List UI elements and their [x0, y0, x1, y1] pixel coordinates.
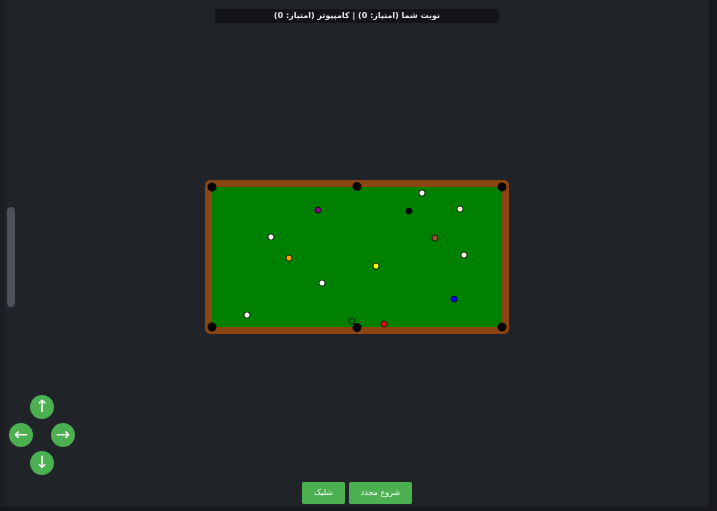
aim-down-button[interactable]: ↓ [30, 451, 54, 475]
aim-up-button[interactable]: ↑ [30, 395, 54, 419]
restart-button[interactable]: شروع مجدد [349, 482, 412, 504]
pocket-bottom-right [497, 322, 507, 332]
aim-left-button[interactable]: ← [9, 423, 33, 447]
ball-orange[interactable] [285, 254, 293, 262]
shoot-button[interactable]: شلیک [302, 482, 345, 504]
ball-cream[interactable] [456, 205, 464, 213]
ball-purple[interactable] [314, 206, 322, 214]
pocket-top-left [207, 182, 217, 192]
ball-white[interactable] [243, 311, 251, 319]
aim-right-button[interactable]: → [51, 423, 75, 447]
ball-cream[interactable] [460, 251, 468, 259]
pocket-top-right [497, 182, 507, 192]
pool-table-canvas[interactable] [205, 180, 509, 334]
ball-brown[interactable] [431, 234, 439, 242]
scrollbar-thumb[interactable] [7, 207, 15, 307]
ball-green[interactable] [348, 317, 356, 325]
ball-red[interactable] [380, 320, 388, 328]
ball-white[interactable] [318, 279, 326, 287]
pocket-bottom-middle [352, 323, 362, 332]
pocket-top-middle [352, 182, 362, 191]
ball-blue[interactable] [450, 295, 458, 303]
ball-black[interactable] [405, 207, 413, 215]
window-edge [709, 0, 717, 511]
ball-white[interactable] [267, 233, 275, 241]
ball-white[interactable] [418, 189, 426, 197]
pocket-bottom-left [207, 322, 217, 332]
window-edge-bottom [0, 507, 717, 511]
ball-yellow[interactable] [372, 262, 380, 270]
pool-table[interactable] [205, 180, 509, 334]
score-status: نوبت شما (امتیاز: 0) | کامپیوتر (امتیاز:… [215, 9, 499, 23]
